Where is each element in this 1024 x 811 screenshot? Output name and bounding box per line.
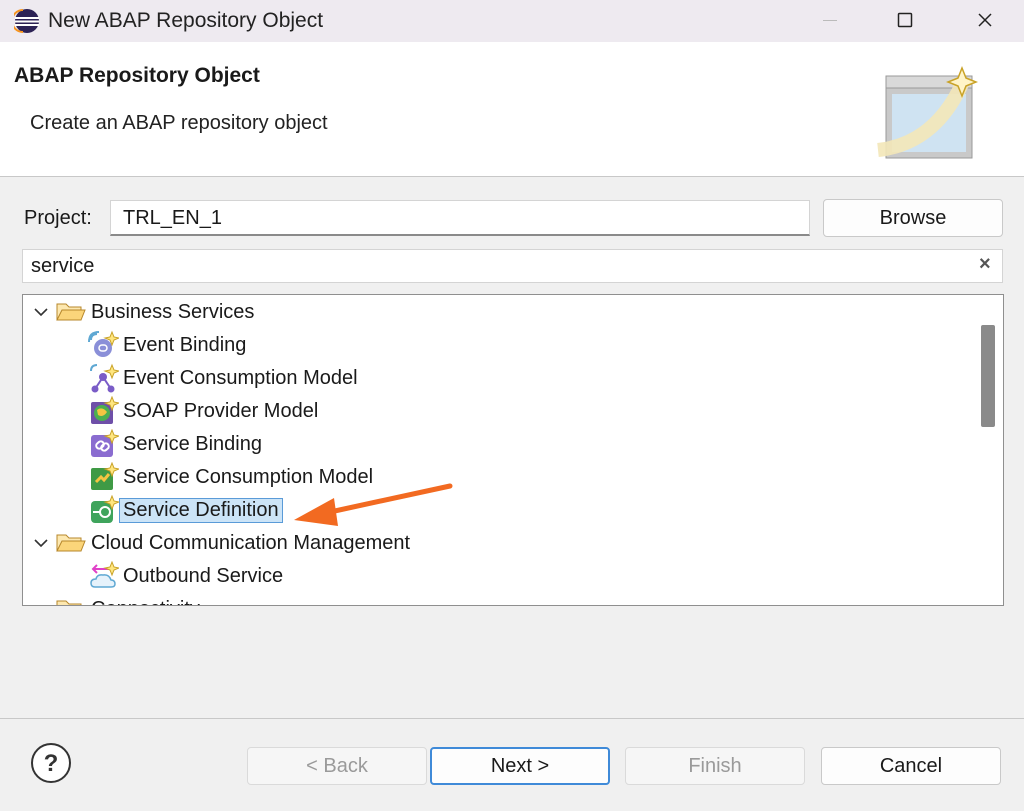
annotation-arrow-icon (294, 483, 453, 526)
wizard-title: ABAP Repository Object (14, 64, 260, 87)
tree-item-label: SOAP Provider Model (123, 399, 319, 422)
project-value: TRL_EN_1 (123, 207, 222, 229)
folder-open-icon (56, 534, 86, 552)
maximize-button[interactable] (875, 0, 935, 40)
tree-group-cloud-communication-management[interactable]: Cloud Communication Management (31, 527, 410, 559)
chevron-down-icon[interactable] (31, 599, 51, 606)
project-label: Project: (24, 207, 92, 229)
chevron-down-icon[interactable] (31, 302, 51, 322)
maximize-icon (897, 12, 913, 28)
tree-item-event-consumption-model[interactable]: Event Consumption Model (87, 362, 358, 394)
chevron-down-icon[interactable] (31, 533, 51, 553)
tree-item-event-binding[interactable]: Event Binding (87, 329, 246, 361)
clear-search-icon[interactable]: × (979, 253, 991, 276)
title-bar: New ABAP Repository Object (0, 0, 1024, 42)
tree-scrollbar-thumb[interactable] (981, 325, 995, 427)
footer-divider (0, 718, 1024, 719)
event-consumption-model-icon (90, 363, 119, 393)
browse-button[interactable]: Browse (823, 199, 1003, 237)
svg-text:?: ? (44, 750, 59, 777)
finish-button[interactable]: Finish (625, 747, 805, 785)
help-icon[interactable]: ? (30, 742, 72, 784)
new-object-wizard-icon (877, 65, 979, 159)
wizard-subtitle: Create an ABAP repository object (30, 112, 328, 134)
folder-open-icon (56, 303, 86, 321)
tree-group-label: Business Services (91, 300, 255, 323)
tree-item-service-definition[interactable]: Service Definition (87, 494, 283, 526)
service-consumption-model-icon (91, 462, 119, 490)
next-button[interactable]: Next > (430, 747, 610, 785)
tree-group-connectivity[interactable]: Connectivity (31, 593, 200, 606)
minimize-button[interactable] (800, 0, 860, 40)
tree-item-outbound-service[interactable]: Outbound Service (87, 560, 283, 592)
tree-item-soap-provider-model[interactable]: SOAP Provider Model (87, 395, 318, 427)
object-type-tree[interactable]: Business Services Event Binding Event Co… (22, 294, 1004, 606)
minimize-icon (823, 20, 837, 21)
cancel-button[interactable]: Cancel (821, 747, 1001, 785)
tree-group-business-services[interactable]: Business Services (31, 296, 254, 328)
tree-item-label: Event Consumption Model (123, 366, 358, 389)
service-definition-icon (91, 495, 119, 523)
tree-item-label: Outbound Service (123, 564, 284, 587)
wizard-header: ABAP Repository Object Create an ABAP re… (0, 42, 1024, 177)
search-value: service (31, 255, 95, 277)
tree-item-service-binding[interactable]: Service Binding (87, 428, 262, 460)
tree-item-label: Service Binding (123, 432, 262, 455)
window-title: New ABAP Repository Object (48, 9, 324, 32)
event-binding-icon (88, 330, 119, 357)
close-button[interactable] (955, 0, 1015, 40)
folder-open-icon (56, 600, 82, 605)
tree-group-label: Connectivity (91, 598, 200, 606)
close-icon (978, 13, 992, 27)
tree-group-label: Cloud Communication Management (91, 531, 411, 554)
eclipse-icon (14, 9, 39, 33)
project-field[interactable]: TRL_EN_1 (110, 200, 810, 236)
outbound-service-icon (90, 561, 119, 588)
soap-provider-model-icon (91, 396, 119, 424)
service-binding-icon (91, 429, 119, 457)
back-button[interactable]: < Back (247, 747, 427, 785)
tree-item-label: Service Definition (119, 497, 283, 523)
search-input[interactable]: service × (22, 249, 1003, 283)
tree-item-label: Event Binding (123, 333, 247, 356)
